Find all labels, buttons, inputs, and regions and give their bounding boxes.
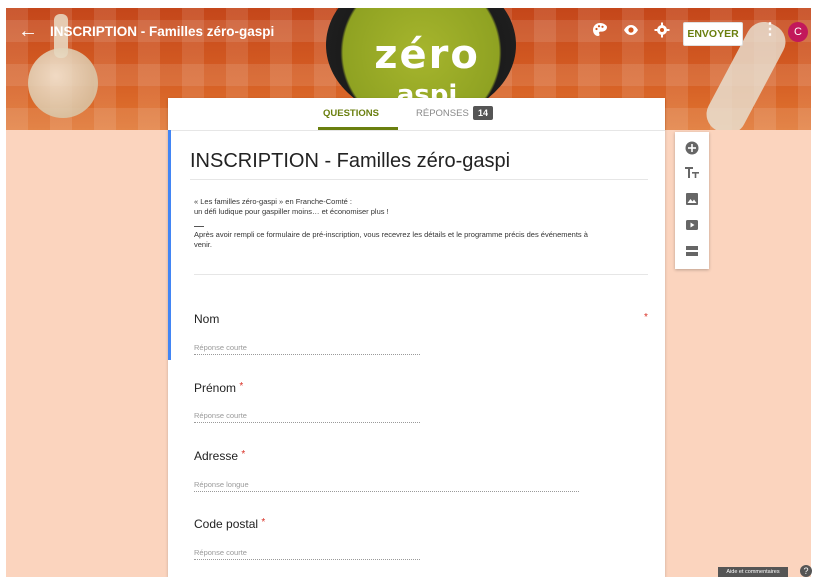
tab-questions[interactable]: QUESTIONS [323, 108, 379, 119]
frame-border [0, 0, 6, 577]
form-description: venir. [194, 240, 212, 249]
gear-icon[interactable] [654, 22, 670, 38]
form-description: Après avoir rempli ce formulaire de pré-… [194, 230, 588, 239]
section-icon[interactable] [684, 243, 700, 259]
kebab-icon[interactable]: ⋮ [762, 22, 778, 38]
answer-field-nom[interactable]: Réponse courte [194, 343, 420, 355]
logo-text: zéro [374, 32, 480, 78]
question-label-prenom: Prénom * [194, 381, 243, 395]
question-label-text: Adresse [194, 449, 239, 463]
required-marker: * [261, 517, 266, 528]
divider [194, 274, 648, 275]
tab-bar: QUESTIONS RÉPONSES 14 [168, 98, 665, 131]
form-title[interactable]: INSCRIPTION - Familles zéro-gaspi [190, 150, 648, 180]
video-icon[interactable] [684, 217, 700, 233]
question-label-text: Code postal [194, 517, 259, 531]
question-label-nom: Nom [194, 312, 220, 326]
side-toolbar [675, 132, 709, 269]
send-button[interactable]: ENVOYER [683, 22, 743, 46]
form-description: un défi ludique pour gaspiller moins… et… [194, 207, 389, 216]
back-button[interactable]: ← [18, 20, 38, 43]
app-title: INSCRIPTION - Familles zéro-gaspi [50, 24, 275, 39]
question-label-text: Prénom [194, 381, 237, 395]
tab-responses[interactable]: RÉPONSES [416, 108, 469, 119]
image-icon[interactable] [684, 191, 700, 207]
onion-illustration [28, 48, 98, 118]
required-marker: * [239, 381, 244, 392]
required-marker: * [241, 449, 246, 460]
title-text-icon[interactable] [684, 165, 700, 181]
eye-icon[interactable] [623, 22, 639, 38]
question-label-code-postal: Code postal * [194, 517, 265, 531]
palette-icon[interactable] [592, 22, 608, 38]
form-description: « Les familles zéro-gaspi » en Franche-C… [194, 197, 352, 206]
answer-field-adresse[interactable]: Réponse longue [194, 480, 579, 492]
arrow-left-icon: ← [18, 20, 38, 42]
divider [194, 226, 204, 227]
avatar[interactable]: C [788, 22, 808, 42]
question-icon[interactable]: ? [800, 565, 812, 577]
form-card: QUESTIONS RÉPONSES 14 INSCRIPTION - Fami… [168, 98, 665, 577]
add-question-icon[interactable] [684, 140, 700, 156]
frame-border [0, 0, 819, 8]
required-marker: * [644, 312, 648, 323]
question-label-adresse: Adresse * [194, 449, 245, 463]
answer-field-code-postal[interactable]: Réponse courte [194, 548, 420, 560]
frame-border [811, 0, 819, 577]
responses-count-badge: 14 [473, 106, 493, 120]
help-feedback-button[interactable]: Aide et commentaires [718, 567, 788, 577]
answer-field-prenom[interactable]: Réponse courte [194, 411, 420, 423]
